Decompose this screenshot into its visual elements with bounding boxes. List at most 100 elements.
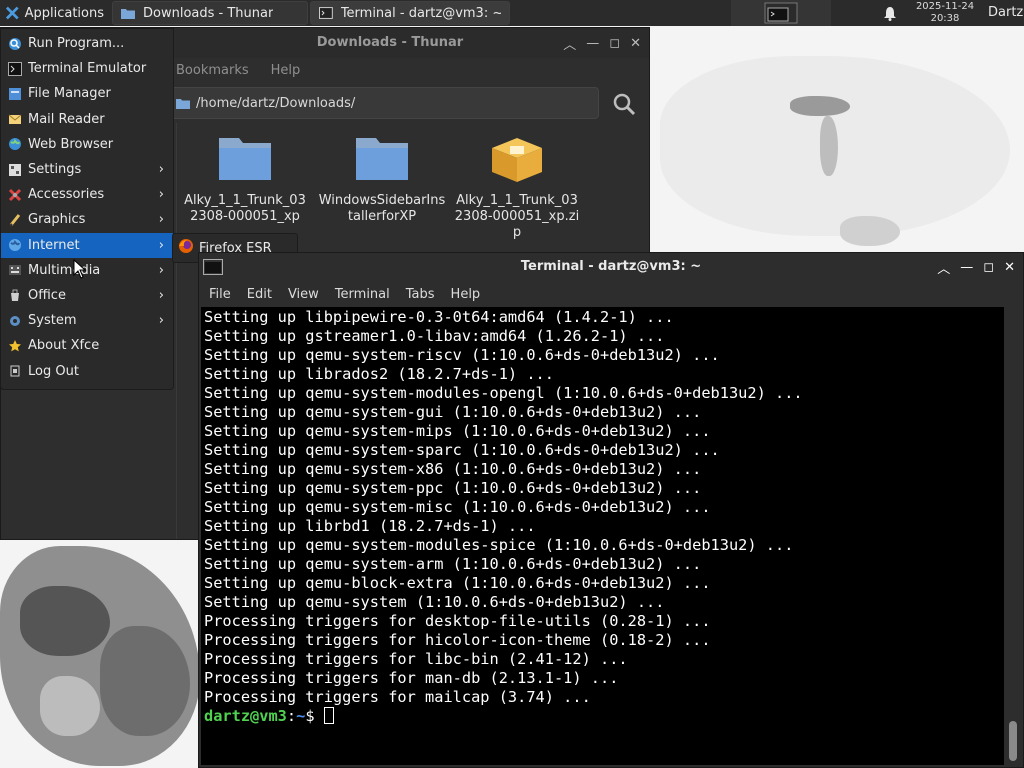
menu-item-settings[interactable]: Settings › xyxy=(1,157,173,182)
menu-item-about-xfce[interactable]: About Xfce xyxy=(1,333,173,358)
maximize-icon[interactable]: ◻ xyxy=(609,36,620,51)
menu-item-label: About Xfce xyxy=(28,338,100,354)
terminal-line: Setting up qemu-system-mips (1:10.0.6+ds… xyxy=(204,422,711,440)
menu-item-terminal-emulator[interactable]: Terminal Emulator xyxy=(1,56,173,81)
menu-item-graphics[interactable]: Graphics › xyxy=(1,207,173,232)
close-icon[interactable]: ✕ xyxy=(630,36,641,51)
chevron-right-icon: › xyxy=(158,212,164,228)
globe-icon xyxy=(7,237,23,253)
menu-item-label: System xyxy=(28,313,77,329)
folder-icon xyxy=(176,99,190,109)
notifications-button[interactable] xyxy=(876,0,904,26)
menu-item-internet[interactable]: Internet › xyxy=(1,232,173,258)
location-path: /home/dartz/Downloads/ xyxy=(196,95,356,111)
file-item[interactable]: Alky_1_1_Trunk_032308-000051_xp.zip xyxy=(453,132,581,241)
menu-file[interactable]: File xyxy=(209,287,231,302)
minimize-icon[interactable]: — xyxy=(960,260,973,275)
menu-item-label: Settings xyxy=(28,162,82,178)
taskbar-thunar-button[interactable]: Downloads - Thunar xyxy=(112,1,308,25)
location-bar[interactable]: /home/dartz/Downloads/ xyxy=(169,87,599,119)
menu-item-label: File Manager xyxy=(28,86,111,102)
terminal-line: Processing triggers for man-db (2.13.1-1… xyxy=(204,669,619,687)
menu-item-file-manager[interactable]: File Manager xyxy=(1,81,173,106)
workspace-switcher[interactable] xyxy=(731,0,831,26)
menu-item-mail-reader[interactable]: Mail Reader xyxy=(1,107,173,132)
maximize-icon[interactable]: ◻ xyxy=(983,260,994,275)
logout-icon xyxy=(7,363,23,379)
applications-menu-button[interactable]: Applications xyxy=(0,0,110,26)
mail-icon xyxy=(7,111,23,127)
menu-item-system[interactable]: System › xyxy=(1,308,173,333)
menu-view[interactable]: View xyxy=(288,287,319,302)
terminal-line: Setting up librados2 (18.2.7+ds-1) ... xyxy=(204,365,554,383)
menu-item-label: Graphics xyxy=(28,212,86,228)
chevron-right-icon: › xyxy=(158,161,164,177)
user-menu[interactable]: Dartz xyxy=(988,5,1023,20)
menu-item-label: Office xyxy=(28,287,66,303)
accessories-icon xyxy=(7,187,23,203)
chevron-right-icon: › xyxy=(158,287,164,303)
terminal-line: Setting up qemu-system-gui (1:10.0.6+ds-… xyxy=(204,403,702,421)
prompt-path: ~ xyxy=(296,707,306,725)
maximize-up-icon[interactable]: ︿ xyxy=(937,258,950,277)
globe-icon xyxy=(7,136,23,152)
menu-item-log-out[interactable]: Log Out xyxy=(1,358,173,383)
terminal-line: Setting up qemu-system-x86 (1:10.0.6+ds-… xyxy=(204,460,702,478)
menu-item-run-program[interactable]: Run Program... xyxy=(1,31,173,56)
menu-item-web-browser[interactable]: Web Browser xyxy=(1,132,173,157)
file-name: WindowsSidebarInstallerforXP xyxy=(318,193,446,224)
terminal-line: Processing triggers for desktop-file-uti… xyxy=(204,612,711,630)
menu-tabs[interactable]: Tabs xyxy=(406,287,435,302)
terminal-output[interactable]: Setting up libpipewire-0.3-0t64:amd64 (1… xyxy=(201,307,1004,765)
menu-terminal[interactable]: Terminal xyxy=(335,287,390,302)
file-item[interactable]: WindowsSidebarInstallerforXP xyxy=(318,132,446,225)
file-name: Alky_1_1_Trunk_032308-000051_xp.zip xyxy=(454,193,580,240)
terminal-line: Setting up qemu-system-ppc (1:10.0.6+ds-… xyxy=(204,479,702,497)
graphics-icon xyxy=(7,212,23,228)
prompt-user-host: dartz@vm3 xyxy=(204,707,287,725)
menu-help[interactable]: Help xyxy=(451,287,481,302)
prompt-symbol: $ xyxy=(305,707,324,725)
menu-item-label: Multimedia xyxy=(28,262,101,278)
terminal-line: Setting up qemu-system-modules-opengl (1… xyxy=(204,384,803,402)
taskbar-thunar-label: Downloads - Thunar xyxy=(143,5,274,21)
terminal-icon xyxy=(319,7,333,19)
maximize-up-icon[interactable]: ︿ xyxy=(563,34,576,53)
menu-item-multimedia[interactable]: Multimedia › xyxy=(1,258,173,283)
menu-item-label: Mail Reader xyxy=(28,111,105,127)
clock-date: 2025-11-24 xyxy=(915,1,975,12)
terminal-scrollbar[interactable] xyxy=(1005,307,1023,765)
menu-edit[interactable]: Edit xyxy=(247,287,272,302)
menu-item-accessories[interactable]: Accessories › xyxy=(1,182,173,207)
menu-item-label: Log Out xyxy=(28,363,79,379)
minimize-icon[interactable]: — xyxy=(586,36,599,51)
terminal-title: Terminal - dartz@vm3: ~ xyxy=(520,259,702,274)
terminal-menubar: File Edit View Terminal Tabs Help xyxy=(199,283,1023,305)
menu-help[interactable]: Help xyxy=(271,63,301,78)
terminal-icon xyxy=(764,2,798,24)
applications-label: Applications xyxy=(24,5,104,21)
file-manager-icon xyxy=(7,86,23,102)
clock[interactable]: 2025-11-24 20:38 xyxy=(906,1,984,25)
menu-item-office[interactable]: Office › xyxy=(1,283,173,308)
terminal-line: Setting up librbd1 (18.2.7+ds-1) ... xyxy=(204,517,536,535)
menu-item-label: Internet xyxy=(28,237,80,253)
menu-bookmarks[interactable]: Bookmarks xyxy=(176,63,249,78)
terminal-line: Setting up qemu-system-misc (1:10.0.6+ds… xyxy=(204,498,711,516)
star-icon xyxy=(7,338,23,354)
thunar-window-controls: ︿ — ◻ ✕ xyxy=(563,28,641,58)
scrollbar-thumb[interactable] xyxy=(1009,721,1017,761)
firefox-icon xyxy=(178,238,194,258)
file-item[interactable]: Alky_1_1_Trunk_032308-000051_xp xyxy=(181,132,309,225)
search-button[interactable] xyxy=(609,90,639,118)
terminal-line: Processing triggers for libc-bin (2.41-1… xyxy=(204,650,628,668)
file-grid: Alky_1_1_Trunk_032308-000051_xp WindowsS… xyxy=(178,124,648,244)
close-icon[interactable]: ✕ xyxy=(1004,260,1015,275)
search-icon xyxy=(7,36,23,52)
xfce-logo-icon xyxy=(6,6,19,20)
taskbar-terminal-button[interactable]: Terminal - dartz@vm3: ~ xyxy=(310,1,510,25)
taskbar-terminal-label: Terminal - dartz@vm3: ~ xyxy=(340,5,501,21)
office-icon xyxy=(7,287,23,303)
terminal-line: Setting up gstreamer1.0-libav:amd64 (1.2… xyxy=(204,327,665,345)
bell-icon xyxy=(884,6,896,21)
